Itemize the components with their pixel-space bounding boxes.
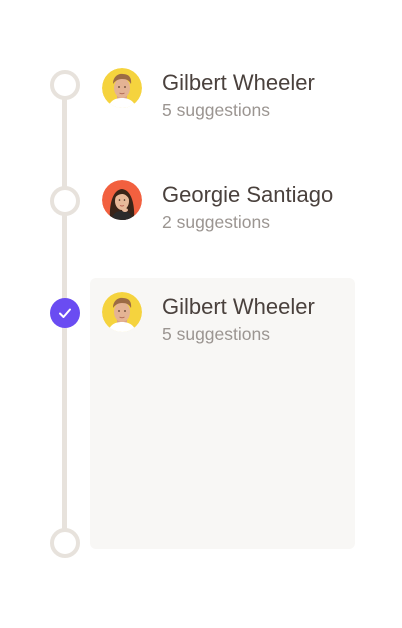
timeline-end-node[interactable] [50, 528, 80, 558]
avatar [102, 292, 142, 332]
timeline-item[interactable]: Gilbert Wheeler 5 suggestions [102, 68, 382, 124]
suggestion-count: 5 suggestions [162, 324, 270, 344]
avatar [102, 180, 142, 220]
timeline-item[interactable]: Georgie Santiago 2 suggestions [102, 180, 382, 236]
person-name: Gilbert Wheeler [162, 70, 315, 95]
timeline-node-unchecked[interactable] [50, 186, 80, 216]
avatar [102, 68, 142, 108]
female-avatar-icon [102, 180, 142, 220]
suggestion-count: 5 suggestions [162, 100, 270, 120]
suggestion-count: 2 suggestions [162, 212, 270, 232]
person-name: Gilbert Wheeler [162, 294, 315, 319]
male-avatar-icon [102, 292, 142, 332]
person-name: Georgie Santiago [162, 182, 334, 207]
timeline-node-checked[interactable] [50, 298, 80, 328]
timeline-item[interactable]: Gilbert Wheeler 5 suggestions [102, 292, 382, 348]
male-avatar-icon [102, 68, 142, 108]
timeline-node-unchecked[interactable] [50, 70, 80, 100]
check-icon [59, 308, 71, 318]
